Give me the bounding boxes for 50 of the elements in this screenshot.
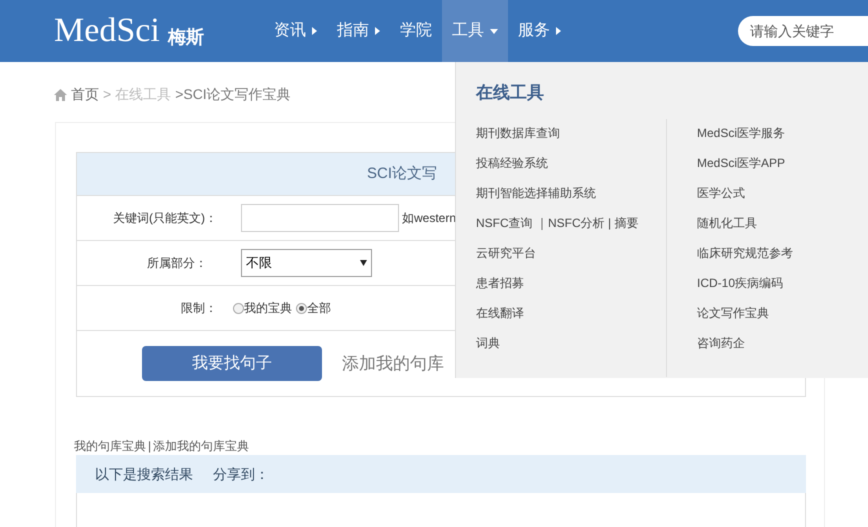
section-select[interactable]: 不限	[241, 249, 372, 277]
menu-item[interactable]: 投稿经验系统	[476, 155, 666, 185]
library-link[interactable]: 我的句库宝典	[74, 437, 146, 455]
radio-option[interactable]: 全部	[296, 299, 331, 317]
radio-option[interactable]: 我的宝典	[233, 299, 292, 317]
logo-subtitle: 梅斯	[168, 28, 204, 46]
logo[interactable]: MedSci	[54, 14, 160, 48]
results-title: 以下是搜索结果	[95, 464, 193, 484]
home-icon	[54, 88, 67, 100]
add-library-link[interactable]: 添加我的句库	[342, 350, 444, 376]
field-hint: 如western	[402, 210, 456, 227]
menu-item[interactable]: 随机化工具	[697, 215, 793, 245]
menu-item[interactable]: 医学公式	[697, 185, 793, 215]
menu-item[interactable]: 在线翻译	[476, 305, 666, 335]
caret-icon	[375, 27, 380, 35]
breadcrumb-link[interactable]: 首页	[71, 84, 99, 105]
nav-item[interactable]: 学院	[390, 0, 442, 62]
dropdown-arrow-icon	[360, 260, 367, 266]
nav-item[interactable]: 指南	[327, 0, 390, 62]
library-link[interactable]: 添加我的句库宝典	[153, 437, 250, 455]
search-field[interactable]: 请输入关键字	[738, 16, 868, 46]
nav-item[interactable]: 资讯	[264, 0, 327, 62]
menu-item[interactable]: 临床研究规范参考	[697, 245, 793, 275]
breadcrumb-separator: >	[103, 85, 112, 104]
menu-item[interactable]: 论文写作宝典	[697, 305, 793, 335]
menu-item[interactable]: 期刊智能选择辅助系统	[476, 185, 666, 215]
breadcrumb-current: >SCI论文写作宝典	[175, 85, 291, 104]
share-label: 分享到：	[213, 464, 269, 484]
menu-item[interactable]: 词典	[476, 335, 666, 365]
find-sentence-button[interactable]: 我要找句子	[142, 346, 322, 381]
caret-icon	[490, 28, 498, 34]
menu-item[interactable]: 期刊数据库查询	[476, 125, 666, 155]
menu-item[interactable]: MedSci医学服务	[697, 125, 793, 155]
keyword-field[interactable]	[241, 204, 399, 232]
caret-icon	[556, 27, 561, 35]
field-label: 关键词(只能英文)：	[112, 210, 217, 227]
nav-item[interactable]: 服务	[508, 0, 571, 62]
menu-item[interactable]: ICD-10疾病编码	[697, 275, 793, 305]
nav-item[interactable]: 工具	[442, 0, 508, 62]
menu-item[interactable]: 云研究平台	[476, 245, 666, 275]
field-label: 所属部分：	[146, 255, 207, 272]
menu-title: 在线工具	[476, 82, 544, 104]
caret-icon	[312, 27, 317, 35]
link-separator: |	[148, 438, 152, 455]
field-label: 限制：	[180, 300, 217, 317]
menu-item[interactable]: 患者招募	[476, 275, 666, 305]
menu-item[interactable]: 咨询药企	[697, 335, 793, 365]
menu-item[interactable]: NSFC查询 ｜NSFC分析 | 摘要	[476, 215, 666, 245]
menu-item[interactable]: MedSci医学APP	[697, 155, 793, 185]
form-title: SCI论文写	[367, 164, 438, 184]
